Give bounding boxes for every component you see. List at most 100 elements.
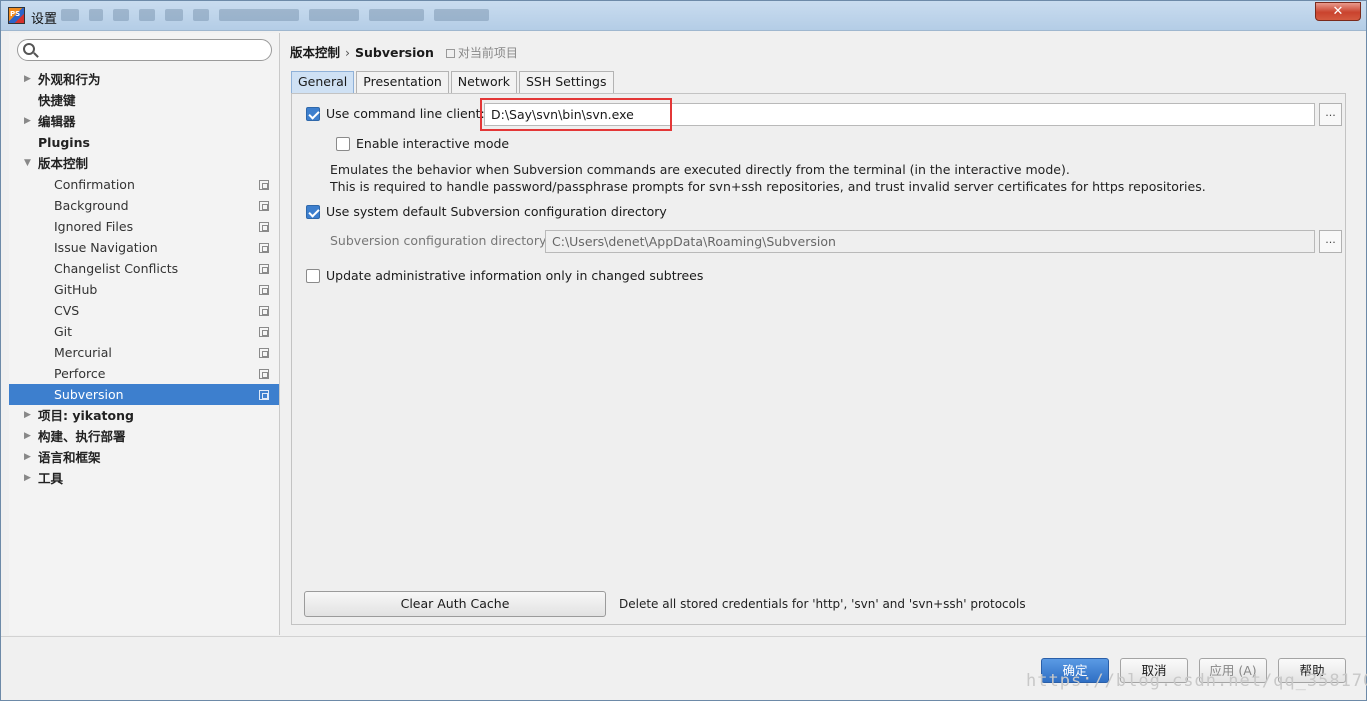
breadcrumb: 版本控制 › Subversion 对当前项目	[290, 42, 518, 61]
sidebar-item-label: Git	[54, 324, 73, 339]
project-scope-icon	[445, 49, 455, 58]
sidebar-item-label: 快捷键	[38, 93, 76, 108]
breadcrumb-current: Subversion	[355, 45, 434, 60]
project-scope-note: 对当前项目	[445, 46, 518, 60]
project-settings-icon	[259, 285, 269, 295]
breadcrumb-separator: ›	[345, 45, 351, 60]
sidebar-item-label: 外观和行为	[38, 72, 101, 87]
use-default-config-dir-label: Use system default Subversion configurat…	[326, 204, 667, 219]
chevron-right-icon[interactable]: ▶	[24, 405, 31, 426]
sidebar-item[interactable]: ▶ 工具	[9, 468, 279, 489]
update-admin-info-checkbox[interactable]	[306, 269, 320, 283]
sidebar-item[interactable]: Mercurial	[9, 342, 279, 363]
sidebar-item-label: Plugins	[38, 135, 90, 150]
chevron-right-icon[interactable]: ▶	[24, 69, 31, 90]
sidebar-item[interactable]: ▶ 项目: yikatong	[9, 405, 279, 426]
sidebar-item[interactable]: Plugins	[9, 132, 279, 153]
sidebar-item[interactable]: Subversion	[9, 384, 279, 405]
enable-interactive-mode-checkbox[interactable]	[336, 137, 350, 151]
project-settings-icon	[259, 327, 269, 337]
project-scope-label: 对当前项目	[457, 46, 518, 60]
chevron-right-icon[interactable]: ▶	[24, 447, 31, 468]
clear-auth-cache-button[interactable]: Clear Auth Cache	[304, 591, 606, 617]
chevron-right-icon[interactable]: ▶	[24, 468, 31, 489]
sidebar-item-label: 构建、执行部署	[38, 429, 126, 444]
sidebar-item-label: 编辑器	[38, 114, 76, 129]
config-dir-input[interactable]: C:\Users\denet\AppData\Roaming\Subversio…	[545, 230, 1315, 253]
sidebar-item[interactable]: ▶ 语言和框架	[9, 447, 279, 468]
tab-ssh-settings[interactable]: SSH Settings	[518, 71, 614, 93]
sidebar-item-label: CVS	[54, 303, 80, 318]
dialog-footer: 确定 取消 应用 (A) 帮助 https://blog.csdn.net/qq…	[1, 636, 1367, 700]
update-admin-info-label: Update administrative information only i…	[326, 268, 704, 283]
phpstorm-icon: PS	[8, 7, 25, 24]
sidebar-item-label: Perforce	[54, 366, 106, 381]
tab-presentation[interactable]: Presentation	[356, 71, 449, 93]
sidebar-item[interactable]: ▶ 编辑器	[9, 111, 279, 132]
sidebar-item-label: Subversion	[54, 387, 124, 402]
browse-client-path-button[interactable]: ...	[1319, 103, 1342, 126]
sidebar-item-label: 工具	[38, 471, 64, 486]
sidebar-item[interactable]: ▶ 构建、执行部署	[9, 426, 279, 447]
settings-content: 版本控制 › Subversion 对当前项目 General Presentati…	[281, 33, 1361, 635]
sidebar-item[interactable]: Confirmation	[9, 174, 279, 195]
settings-tree: ▶ 外观和行为快捷键 ▶ 编辑器 Plugins ▼ 版本控制 Confirmation Bac…	[9, 69, 279, 489]
sidebar-item[interactable]: CVS	[9, 300, 279, 321]
project-settings-icon	[259, 243, 269, 253]
watermark-text: https://blog.csdn.net/qq_35817073	[1026, 671, 1367, 691]
sidebar-item[interactable]: Ignored Files	[9, 216, 279, 237]
enable-interactive-mode-label: Enable interactive mode	[356, 136, 510, 151]
sidebar-item[interactable]: ▶ 外观和行为	[9, 69, 279, 90]
use-default-config-dir-checkbox[interactable]	[306, 205, 320, 219]
search-input[interactable]	[40, 42, 265, 58]
settings-search[interactable]	[17, 39, 272, 61]
sidebar-item[interactable]: Git	[9, 321, 279, 342]
clear-auth-cache-note: Delete all stored credentials for 'http'…	[619, 597, 1026, 611]
interactive-mode-description: Emulates the behavior when Subversion co…	[330, 161, 1206, 195]
sidebar-item-label: Confirmation	[54, 177, 135, 192]
settings-sidebar: ▶ 外观和行为快捷键 ▶ 编辑器 Plugins ▼ 版本控制 Confirmation Bac…	[9, 33, 280, 635]
chevron-down-icon[interactable]: ▼	[24, 153, 31, 174]
browse-config-dir-button[interactable]: ...	[1319, 230, 1342, 253]
project-settings-icon	[259, 222, 269, 232]
project-settings-icon	[259, 369, 269, 379]
sidebar-item-label: 语言和框架	[38, 450, 101, 465]
use-command-line-client-label: Use command line client:	[326, 106, 485, 121]
window-title: 设置	[31, 12, 58, 27]
general-panel: Use command line client: D:\Say\svn\bin\…	[291, 93, 1346, 625]
chevron-right-icon[interactable]: ▶	[24, 111, 31, 132]
tab-network[interactable]: Network	[450, 71, 517, 93]
sidebar-item-label: Issue Navigation	[54, 240, 158, 255]
sidebar-item-label: Mercurial	[54, 345, 112, 360]
sidebar-item-label: GitHub	[54, 282, 98, 297]
tab-strip: General Presentation Network SSH Setting…	[291, 71, 616, 93]
sidebar-item-label: Background	[54, 198, 129, 213]
project-settings-icon	[259, 306, 269, 316]
sidebar-item[interactable]: Changelist Conflicts	[9, 258, 279, 279]
close-button[interactable]: ✕	[1315, 2, 1361, 21]
project-settings-icon	[259, 390, 269, 400]
project-settings-icon	[259, 180, 269, 190]
project-settings-icon	[259, 201, 269, 211]
sidebar-item[interactable]: Perforce	[9, 363, 279, 384]
highlight-annotation-box	[480, 98, 672, 131]
search-icon	[23, 43, 35, 55]
use-command-line-client-checkbox[interactable]	[306, 107, 320, 121]
sidebar-item[interactable]: Issue Navigation	[9, 237, 279, 258]
breadcrumb-parent: 版本控制	[290, 45, 341, 60]
title-bar[interactable]: PS 设置 ✕	[1, 1, 1366, 31]
sidebar-item[interactable]: Background	[9, 195, 279, 216]
project-settings-icon	[259, 264, 269, 274]
sidebar-item-label: Ignored Files	[54, 219, 134, 234]
tab-general[interactable]: General	[291, 71, 355, 93]
chevron-right-icon[interactable]: ▶	[24, 426, 31, 447]
description-line-1: Emulates the behavior when Subversion co…	[330, 162, 1070, 177]
sidebar-item[interactable]: ▼ 版本控制	[9, 153, 279, 174]
sidebar-item[interactable]: GitHub	[9, 279, 279, 300]
settings-window: PS 设置 ✕ ▶ 外观和行为快捷键 ▶ 编辑器 Plugins ▼ 版本控制 Confirm…	[0, 0, 1367, 701]
project-settings-icon	[259, 348, 269, 358]
close-icon: ✕	[1332, 4, 1344, 19]
sidebar-item-label: 版本控制	[38, 156, 89, 171]
sidebar-item[interactable]: 快捷键	[9, 90, 279, 111]
background-toolbar-ghost	[61, 9, 581, 23]
